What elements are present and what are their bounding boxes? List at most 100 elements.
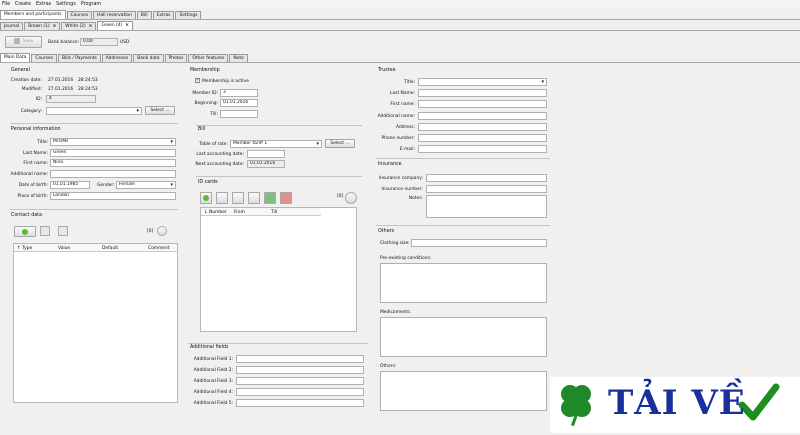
tab-settings[interactable]: Settings <box>175 11 202 19</box>
title-label: Title: <box>37 140 48 145</box>
additional-field-2-input[interactable] <box>236 366 364 374</box>
gender-select[interactable]: Female <box>116 181 176 189</box>
trustee-phone-input[interactable] <box>418 134 547 142</box>
save-button[interactable]: Save <box>5 36 42 48</box>
column-number-label: Number <box>209 210 227 215</box>
close-icon[interactable]: × <box>53 24 57 29</box>
trustee-additional-name-input[interactable] <box>418 112 547 120</box>
dob-input[interactable]: 01.01.1985 <box>50 181 90 189</box>
category-select-button[interactable]: Select ... <box>145 106 175 115</box>
tab-journal[interactable]: Journal <box>0 22 24 30</box>
edit-card-icon[interactable] <box>216 192 228 204</box>
column-till[interactable]: Till <box>271 210 277 215</box>
column-number[interactable]: ↓ Number <box>204 210 227 215</box>
menu-extras[interactable]: Extras <box>36 2 51 7</box>
bank-balance-label: Bank balance: <box>48 40 80 45</box>
rate-select-button[interactable]: Select ... <box>325 139 355 148</box>
additional-field-3-input[interactable] <box>236 377 364 385</box>
column-from[interactable]: From <box>234 210 245 215</box>
membership-active-checkbox[interactable]: ✓ <box>195 78 200 83</box>
trustee-first-name-input[interactable] <box>418 100 547 108</box>
pre-existing-textarea[interactable] <box>380 263 547 303</box>
menu-settings[interactable]: Settings <box>56 2 76 7</box>
category-select[interactable] <box>46 107 142 115</box>
tab-courses-detail[interactable]: Courses <box>31 54 57 62</box>
column-default[interactable]: Default <box>102 246 118 251</box>
trustee-address-label: Address: <box>396 125 415 130</box>
close-icon[interactable]: × <box>125 23 129 28</box>
print-card-icon[interactable] <box>248 192 260 204</box>
tab-photos[interactable]: Photos <box>164 54 188 62</box>
add-contact-button[interactable] <box>14 226 36 237</box>
tab-bills-payments[interactable]: Bills / Payments <box>58 54 101 62</box>
tab-brown[interactable]: Brown (1) × <box>24 22 61 30</box>
toolbar: Save Bank balance: 0,00 USD <box>0 33 800 52</box>
tab-extras[interactable]: Extras <box>152 11 175 19</box>
column-comment[interactable]: Comment <box>148 246 170 251</box>
first-name-input[interactable]: Nina <box>50 159 176 167</box>
delete-icon[interactable] <box>58 226 68 236</box>
additional-fields-heading: Additional fields <box>190 345 229 350</box>
watermark-text: TẢI VỀ <box>608 383 746 423</box>
contact-count: [0] <box>147 229 154 234</box>
additional-field-5-input[interactable] <box>236 399 364 407</box>
menu-create[interactable]: Create <box>15 2 31 7</box>
beginning-label: Beginning: <box>194 101 218 106</box>
additional-name-input[interactable] <box>50 170 176 178</box>
tab-note[interactable]: Note <box>229 54 248 62</box>
pdf-card-icon[interactable] <box>280 192 292 204</box>
column-value[interactable]: Value <box>58 246 70 251</box>
tab-hall-reservation[interactable]: Hall reservation <box>93 11 136 19</box>
last-name-input[interactable]: Green <box>50 149 176 157</box>
close-icon[interactable]: × <box>89 24 93 29</box>
tab-members[interactable]: Members and participants <box>0 10 66 19</box>
medicaments-textarea[interactable] <box>380 317 547 357</box>
clothing-size-label: Clothing size: <box>380 241 410 246</box>
pob-label: Place of birth: <box>17 194 49 199</box>
till-input[interactable] <box>220 110 258 118</box>
add-card-button[interactable] <box>200 192 212 204</box>
menu-file[interactable]: File <box>2 2 10 7</box>
tab-bank-data[interactable]: Bank data <box>133 54 164 62</box>
member-id-input[interactable]: 3 <box>220 89 258 97</box>
detail-tab-bar: Main Data Courses Bills / Payments Addre… <box>0 53 249 62</box>
insurance-notes-textarea[interactable] <box>426 195 547 218</box>
additional-field-4-input[interactable] <box>236 388 364 396</box>
personal-info-heading: Personal information <box>11 127 61 132</box>
add-icon <box>203 195 209 201</box>
delete-card-icon[interactable] <box>232 192 244 204</box>
pob-input[interactable]: London <box>50 192 176 200</box>
column-type[interactable]: ↑ Type <box>17 246 32 251</box>
tab-main-data[interactable]: Main Data <box>0 53 31 62</box>
table-of-rate-select[interactable]: Member tariff 1 <box>230 140 322 148</box>
insurance-number-input[interactable] <box>426 185 547 193</box>
beginning-input[interactable]: 01.01.2016 <box>220 99 258 107</box>
menu-program[interactable]: Program <box>81 2 101 7</box>
tab-white[interactable]: White (2) × <box>61 22 97 30</box>
clothing-size-input[interactable] <box>411 239 547 247</box>
tab-green[interactable]: Green (4) × <box>97 21 133 30</box>
image-card-icon[interactable] <box>264 192 276 204</box>
modified-date: 27.01.2016 <box>48 87 74 92</box>
additional-field-5-label: Additional Field 5: <box>193 401 233 406</box>
additional-field-1-input[interactable] <box>236 355 364 363</box>
id-cards-count: [0] <box>337 194 344 199</box>
trustee-title-select[interactable] <box>418 78 547 86</box>
title-select[interactable]: Mrs/Ms <box>50 138 176 146</box>
trustee-address-input[interactable] <box>418 123 547 131</box>
insurance-company-input[interactable] <box>426 174 547 182</box>
gear-icon[interactable] <box>345 192 357 204</box>
tab-addresses[interactable]: Addresses <box>101 54 133 62</box>
tab-bill[interactable]: Bill <box>136 11 152 19</box>
tab-other-features[interactable]: Other features <box>188 54 229 62</box>
last-accounting-input[interactable] <box>247 150 285 158</box>
trustee-email-input[interactable] <box>418 145 547 153</box>
modified-time: 28:24:53 <box>78 87 98 92</box>
edit-icon[interactable] <box>40 226 50 236</box>
table-of-rate-label: Table of rate: <box>199 142 228 147</box>
menu-bar: File Create Extras Settings Program <box>0 0 800 8</box>
others-textarea[interactable] <box>380 371 547 411</box>
gear-icon[interactable] <box>157 226 167 236</box>
trustee-last-name-input[interactable] <box>418 89 547 97</box>
tab-courses[interactable]: Courses <box>66 11 93 19</box>
